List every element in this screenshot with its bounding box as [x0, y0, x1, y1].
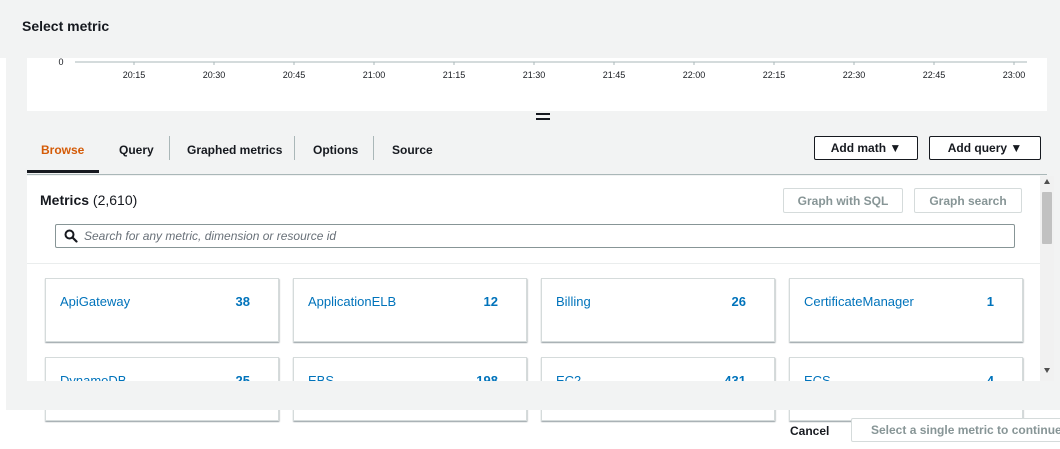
namespace-count: 12	[483, 294, 498, 309]
x-tick-label: 21:15	[443, 70, 466, 80]
scroll-down-icon[interactable]	[1044, 368, 1050, 373]
metrics-scrollbar[interactable]	[1040, 176, 1054, 381]
namespace-count: 26	[731, 294, 746, 309]
namespace-name: Billing	[556, 294, 591, 309]
modal-header: Select metric	[0, 0, 1060, 58]
y-tick-label: 0	[58, 58, 63, 67]
namespace-card-applicationelb[interactable]: ApplicationELB 12	[293, 278, 527, 342]
continue-button[interactable]: Select a single metric to continue	[851, 418, 1060, 442]
x-tick-label: 20:15	[123, 70, 146, 80]
modal-title: Select metric	[22, 18, 110, 34]
cancel-button[interactable]: Cancel	[790, 424, 829, 438]
x-tick-label: 21:45	[603, 70, 626, 80]
namespace-count: 1	[986, 294, 994, 309]
graph-with-sql-button[interactable]: Graph with SQL	[783, 188, 903, 213]
tab-query[interactable]: Query	[119, 143, 154, 157]
search-icon	[64, 229, 78, 243]
scroll-thumb[interactable]	[1042, 192, 1052, 244]
graph-area: 0 20:15 20:30 20:45 21:00 21:15 21:30 21:45 22:0…	[27, 58, 1047, 111]
namespace-name: CertificateManager	[804, 294, 914, 309]
namespace-count: 38	[235, 294, 250, 309]
time-axis-chart: 0 20:15 20:30 20:45 21:00 21:15 21:30 21:45 22:0…	[58, 58, 1027, 80]
metrics-heading: Metrics (2,610)	[40, 192, 137, 208]
panel-bottom-frame	[6, 381, 1060, 410]
namespace-card-apigateway[interactable]: ApiGateway 38	[45, 278, 279, 342]
tab-graphed-metrics[interactable]: Graphed metrics	[187, 143, 282, 157]
tab-divider	[294, 136, 295, 160]
x-tick-label: 21:30	[523, 70, 546, 80]
x-tick-label: 20:45	[283, 70, 306, 80]
resize-handle[interactable]	[536, 113, 550, 123]
add-math-button[interactable]: Add math ▼	[814, 136, 918, 160]
tab-divider	[373, 136, 374, 160]
tab-source[interactable]: Source	[392, 143, 433, 157]
resize-handle-bar	[536, 118, 550, 120]
metric-search[interactable]	[55, 224, 1015, 248]
x-tick-label: 22:15	[763, 70, 786, 80]
x-tick-label: 21:00	[363, 70, 386, 80]
tab-divider	[169, 136, 170, 160]
tab-bar: Browse Query Graphed metrics Options Sou…	[27, 125, 1047, 175]
x-tick-label: 22:30	[843, 70, 866, 80]
x-tick-label: 22:00	[683, 70, 706, 80]
panel-divider	[27, 263, 1040, 264]
namespace-name: ApplicationELB	[308, 294, 397, 309]
x-tick-label: 20:30	[203, 70, 226, 80]
x-tick-label: 23:00	[1003, 70, 1026, 80]
add-query-button[interactable]: Add query ▼	[929, 136, 1041, 160]
namespace-name: ApiGateway	[60, 294, 131, 309]
tab-browse[interactable]: Browse	[41, 143, 84, 157]
x-tick-label: 22:45	[923, 70, 946, 80]
tab-options[interactable]: Options	[313, 143, 358, 157]
namespace-card-certificatemanager[interactable]: CertificateManager 1	[789, 278, 1023, 342]
resize-handle-bar	[536, 113, 550, 115]
active-tab-indicator	[27, 170, 99, 173]
search-input[interactable]	[84, 228, 1004, 244]
scroll-up-icon[interactable]	[1044, 179, 1050, 184]
namespace-card-billing[interactable]: Billing 26	[541, 278, 775, 342]
metrics-count: (2,610)	[92, 192, 138, 208]
graph-search-button[interactable]: Graph search	[914, 188, 1022, 213]
metrics-title: Metrics	[40, 192, 90, 208]
